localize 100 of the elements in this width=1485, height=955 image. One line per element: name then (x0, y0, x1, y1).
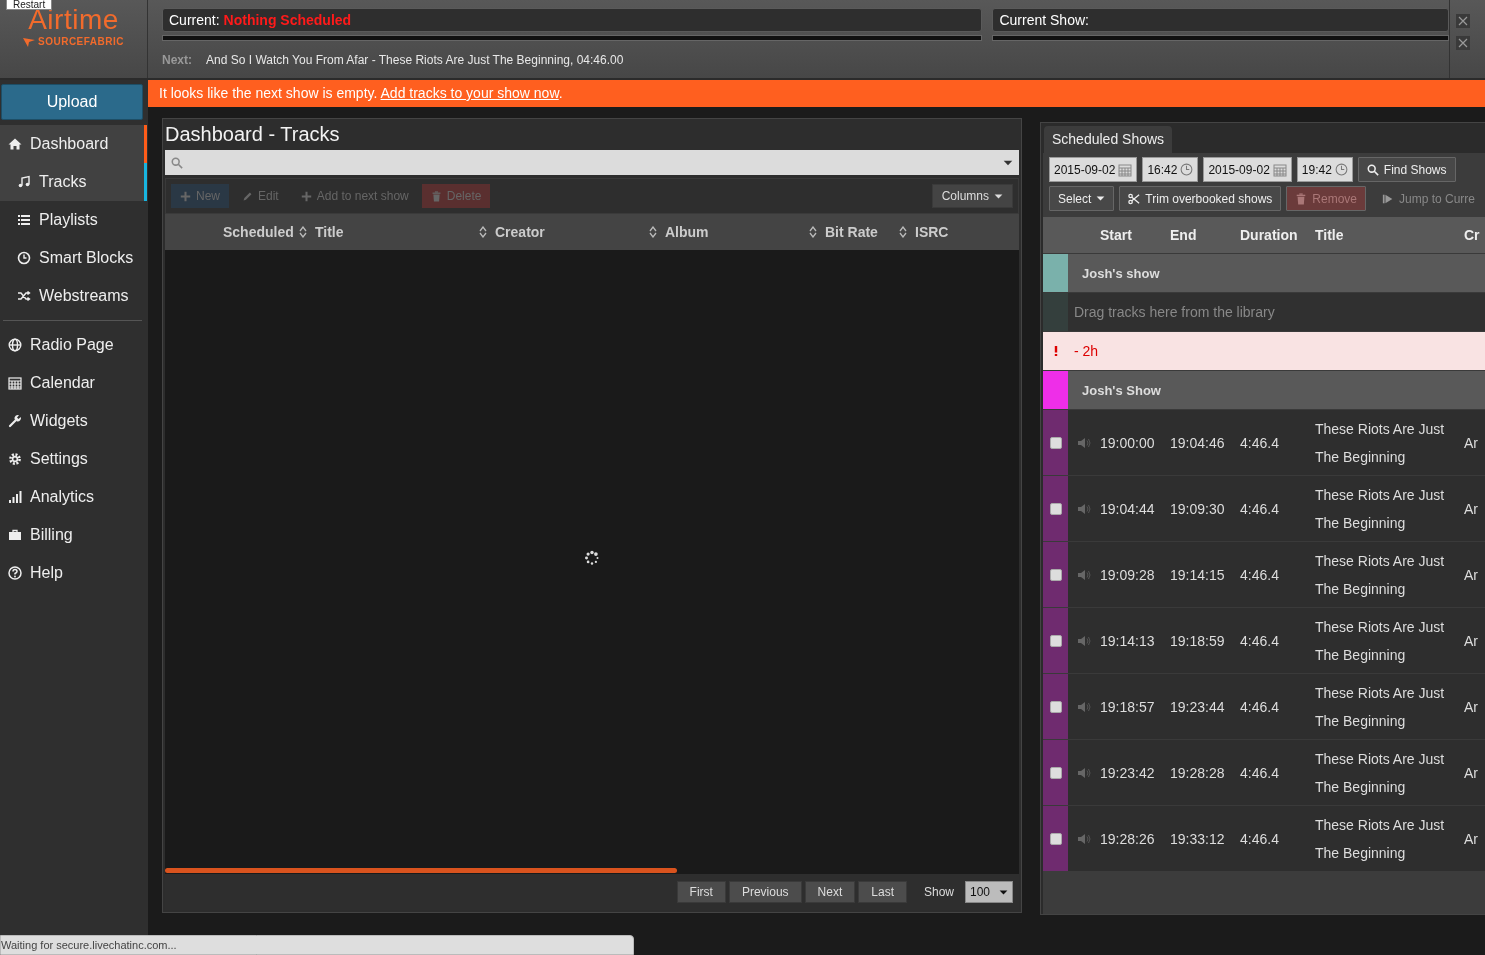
pencil-icon (242, 190, 253, 202)
clock-icon (1334, 163, 1348, 176)
duration: 4:46.4 (1240, 500, 1280, 517)
column-header[interactable]: Title (1315, 227, 1464, 243)
date-field[interactable]: 2015-09-02 (1203, 157, 1292, 182)
end-time: 19:14:15 (1170, 566, 1226, 583)
nav-subitem[interactable]: Smart Blocks (0, 239, 147, 277)
row-checkbox[interactable] (1049, 436, 1062, 449)
column-header[interactable]: Creator (493, 224, 663, 240)
row-checkbox[interactable] (1049, 832, 1062, 845)
loading-spinner-icon (584, 550, 600, 566)
track-title: These Riots Are Just The Beginning (1315, 617, 1446, 665)
table-cell-text: Ar (1464, 830, 1479, 847)
nav-item[interactable]: Widgets (0, 402, 147, 440)
start-time: 19:18:57 (1100, 698, 1156, 715)
empty-show-hint: Drag tracks here from the library (1074, 304, 1275, 320)
track-row[interactable]: 19:18:57 19:23:44 4:46.4 These Riots Are Just The Beginning Ar (1043, 673, 1485, 739)
nav-item[interactable]: Radio Page (0, 326, 147, 364)
page-button[interactable]: Previous (728, 881, 802, 903)
column-header[interactable]: Start (1100, 227, 1170, 243)
column-header[interactable]: Cr (1464, 227, 1485, 243)
row-checkbox[interactable] (1049, 568, 1062, 581)
page-button[interactable]: Last (858, 881, 907, 903)
calendar-icon (1272, 162, 1287, 177)
close-icon[interactable] (1456, 14, 1470, 28)
duration: 4:46.4 (1240, 830, 1280, 847)
row-checkbox[interactable] (1049, 700, 1062, 713)
page-button[interactable]: First (676, 881, 726, 903)
column-header[interactable]: Duration (1240, 227, 1315, 243)
calendar-icon (8, 376, 22, 390)
nav-item[interactable]: Settings (0, 440, 147, 478)
duration: 4:46.4 (1240, 698, 1280, 715)
start-time: 19:14:13 (1100, 632, 1156, 649)
start-time: 19:28:26 (1100, 830, 1156, 847)
nav-item[interactable]: Help (0, 554, 147, 592)
track-title: These Riots Are Just The Beginning (1315, 485, 1446, 533)
column-header[interactable]: Scheduled (221, 224, 313, 240)
time-field[interactable]: 16:42 (1142, 157, 1199, 182)
speaker-icon (1077, 700, 1091, 713)
sort-icon (299, 226, 307, 238)
clock-icon (17, 251, 31, 265)
nav-subitem[interactable]: Tracks (0, 163, 147, 201)
table-cell-text: Ar (1464, 698, 1479, 715)
track-row[interactable]: 19:14:13 19:18:59 4:46.4 These Riots Are Just The Beginning Ar (1043, 607, 1485, 673)
date-field[interactable]: 2015-09-02 (1049, 157, 1138, 182)
page-size-select[interactable]: 100 (965, 881, 1013, 903)
column-header[interactable]: Title (313, 224, 493, 240)
end-time: 19:33:12 (1170, 830, 1226, 847)
current-show-label: Current Show: (999, 12, 1089, 28)
speaker-icon (1077, 832, 1091, 845)
track-row[interactable]: 19:09:28 19:14:15 4:46.4 These Riots Are Just The Beginning Ar (1043, 541, 1485, 607)
end-time: 19:28:28 (1170, 764, 1226, 781)
calendar-icon (1118, 162, 1133, 177)
column-header[interactable]: End (1170, 227, 1240, 243)
table-cell-text: Ar (1464, 434, 1479, 451)
track-row[interactable]: 19:28:26 19:33:12 4:46.4 These Riots Are Just The Beginning Ar (1043, 805, 1485, 871)
nav-subitem[interactable]: Playlists (0, 201, 147, 239)
search-field[interactable] (165, 150, 1019, 175)
caret-icon (1096, 194, 1106, 203)
speaker-icon (1077, 634, 1091, 647)
next-track-text: And So I Watch You From Afar - These Riots Are Just The Beginning, 04:46.00 (206, 53, 624, 67)
trim-button[interactable]: Trim overbooked shows (1119, 186, 1282, 211)
plus-icon (300, 190, 312, 202)
track-title: These Riots Are Just The Beginning (1315, 419, 1446, 467)
wrench-icon (8, 414, 22, 428)
column-header[interactable]: Album (663, 224, 823, 240)
row-checkbox[interactable] (1049, 766, 1062, 779)
row-checkbox[interactable] (1049, 634, 1062, 647)
speaker-icon (1077, 568, 1091, 581)
tab[interactable]: Scheduled Shows (1044, 126, 1173, 153)
scrollbar-thumb[interactable] (165, 867, 677, 873)
home-icon (8, 137, 22, 151)
upload-button[interactable]: Upload (1, 84, 143, 120)
arrow-logo-icon (23, 36, 35, 47)
nav-item[interactable]: Billing (0, 516, 147, 554)
select-button[interactable]: Select (1049, 186, 1115, 211)
bar-chart-icon (8, 490, 22, 504)
track-row[interactable]: 19:23:42 19:28:28 4:46.4 These Riots Are Just The Beginning Ar (1043, 739, 1485, 805)
column-header[interactable]: Bit Rate (823, 224, 913, 240)
overbooked-time: - 2h (1074, 343, 1099, 359)
page-button[interactable]: Next (804, 881, 856, 903)
duration: 4:46.4 (1240, 434, 1280, 451)
current-track-value: Nothing Scheduled (223, 12, 352, 28)
find-shows-button[interactable]: Find Shows (1357, 157, 1456, 182)
nav-subitem[interactable]: Webstreams (0, 277, 147, 315)
track-row[interactable]: 19:04:44 19:09:30 4:46.4 These Riots Are Just The Beginning Ar (1043, 475, 1485, 541)
columns-button[interactable]: Columns (931, 184, 1013, 208)
time-field[interactable]: 19:42 (1296, 157, 1353, 182)
nav-item[interactable]: Dashboard (0, 125, 147, 163)
column-header[interactable]: ISRC (913, 224, 1019, 240)
trash-icon (430, 190, 442, 202)
panel-title: Dashboard - Tracks (165, 122, 341, 147)
nav-item[interactable]: Calendar (0, 364, 147, 402)
music-note-icon (17, 175, 31, 189)
start-time: 19:04:44 (1100, 500, 1156, 517)
nav-item[interactable]: Analytics (0, 478, 147, 516)
row-checkbox[interactable] (1049, 502, 1062, 515)
track-row[interactable]: 19:00:00 19:04:46 4:46.4 These Riots Are Just The Beginning Ar (1043, 409, 1485, 475)
close-icon[interactable] (1456, 36, 1470, 50)
shuffle-icon (17, 289, 31, 303)
